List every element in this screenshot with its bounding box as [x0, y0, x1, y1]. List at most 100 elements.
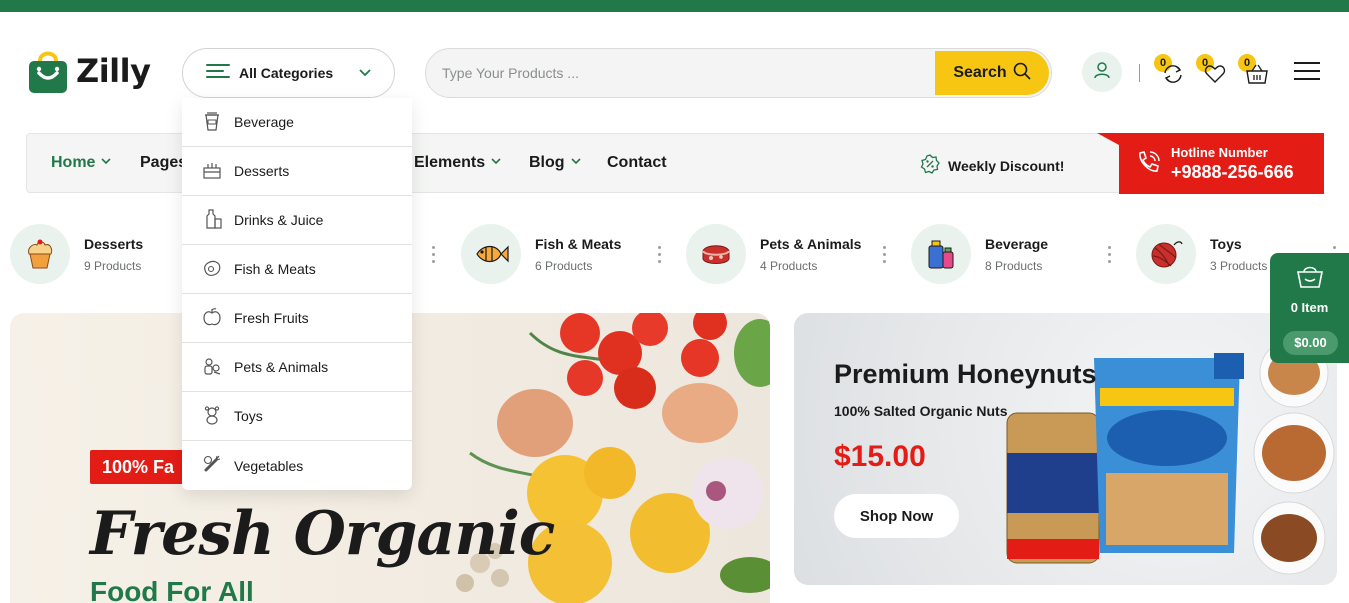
- dropdown-item-fish-meats[interactable]: Fish & Meats: [182, 245, 412, 294]
- dropdown-item-desserts[interactable]: Desserts: [182, 147, 412, 196]
- search-button[interactable]: Search: [935, 51, 1049, 95]
- nav-item-pages[interactable]: Pages: [140, 154, 187, 172]
- cupcake-icon: [10, 224, 70, 284]
- nav-item-blog[interactable]: Blog: [529, 154, 582, 172]
- all-categories-button[interactable]: All Categories: [182, 48, 395, 98]
- hero-headline: Fresh Organic: [90, 499, 555, 569]
- yarn-ball-icon: [1136, 224, 1196, 284]
- discount-badge-icon: [920, 154, 940, 177]
- cart-total: $0.00: [1283, 331, 1338, 355]
- steak-icon: [202, 258, 222, 281]
- search-input[interactable]: [442, 49, 932, 97]
- divider: [1139, 64, 1140, 82]
- category-count: 8 Products: [985, 259, 1043, 273]
- divider-dots: [1108, 246, 1112, 264]
- chevron-down-icon: [100, 154, 112, 172]
- hero-badge: 100% Fa: [90, 450, 187, 484]
- category-card-desserts[interactable]: Desserts 9 Products: [10, 224, 210, 284]
- nav-item-home[interactable]: Home: [51, 154, 112, 172]
- user-icon: [1093, 61, 1111, 84]
- nav-item-label: Elements: [414, 154, 486, 171]
- promo-subtitle: 100% Salted Organic Nuts: [834, 403, 1008, 419]
- dropdown-item-label: Fish & Meats: [234, 261, 316, 277]
- dropdown-item-beverage[interactable]: Beverage: [182, 98, 412, 147]
- dropdown-item-vegetables[interactable]: Vegetables: [182, 441, 412, 490]
- phone-icon: [1135, 150, 1161, 181]
- dropdown-item-label: Toys: [234, 408, 263, 424]
- vegetables-icon: [202, 454, 222, 477]
- dropdown-item-pets-animals[interactable]: Pets & Animals: [182, 343, 412, 392]
- wishlist-button[interactable]: 0: [1196, 54, 1228, 86]
- hotline-label: Hotline Number: [1171, 145, 1268, 160]
- menu-lines-icon: [206, 63, 230, 84]
- dropdown-item-label: Pets & Animals: [234, 359, 329, 375]
- categories-dropdown: Beverage Desserts Drinks & Juice Fish & …: [182, 98, 412, 490]
- category-name: Toys: [1210, 236, 1242, 252]
- dropdown-item-label: Fresh Fruits: [234, 310, 309, 326]
- logo[interactable]: Zilly: [26, 47, 151, 95]
- top-bar: [0, 0, 1349, 12]
- cup-icon: [202, 111, 222, 134]
- category-count: 6 Products: [535, 259, 593, 273]
- account-button[interactable]: [1082, 52, 1122, 92]
- cake-icon: [202, 160, 222, 183]
- category-name: Desserts: [84, 236, 144, 252]
- shopping-basket-icon: [1296, 263, 1324, 294]
- weekly-discount-link[interactable]: Weekly Discount!: [920, 154, 1064, 177]
- compare-button[interactable]: 0: [1154, 54, 1186, 86]
- weekly-discount-label: Weekly Discount!: [948, 157, 1065, 174]
- nav-item-label: Pages: [140, 154, 188, 171]
- teddy-bear-icon: [202, 405, 222, 428]
- meat-icon: [686, 224, 746, 284]
- category-card-fish-meats[interactable]: Fish & Meats 6 Products: [461, 224, 661, 284]
- divider-dots: [658, 246, 662, 264]
- chevron-down-icon: [570, 154, 582, 172]
- cart-item-count: 0 Item: [1290, 300, 1329, 315]
- category-count: 3 Products: [1210, 259, 1268, 273]
- promo-title: Premium Honeynuts: [834, 359, 1097, 389]
- floating-cart-widget[interactable]: 0 Item $0.00: [1270, 253, 1349, 363]
- nav-item-contact[interactable]: Contact: [607, 154, 667, 172]
- search-icon: [1013, 62, 1031, 85]
- shop-now-button[interactable]: Shop Now: [834, 494, 959, 538]
- dropdown-item-label: Desserts: [234, 163, 290, 179]
- hotline-number: +9888-256-666: [1171, 162, 1294, 182]
- hero-subheadline: Food For All: [90, 576, 254, 603]
- promo-banner: Premium Honeynuts 100% Salted Organic Nu…: [794, 313, 1337, 585]
- search-bar: Search: [425, 48, 1052, 98]
- all-categories-label: All Categories: [239, 65, 334, 81]
- search-button-label: Search: [953, 64, 1007, 81]
- hotline-box[interactable]: Hotline Number +9888-256-666: [1097, 133, 1324, 194]
- hamburger-menu-button[interactable]: [1293, 61, 1321, 86]
- shopping-bag-logo-icon: [26, 47, 70, 95]
- dropdown-item-label: Drinks & Juice: [234, 212, 324, 228]
- category-card-beverage[interactable]: Beverage 8 Products: [911, 224, 1111, 284]
- bottle-icon: [202, 208, 222, 232]
- divider-dots: [432, 246, 436, 264]
- header-actions: 0 0 0: [1082, 52, 1332, 94]
- category-name: Beverage: [985, 236, 1049, 252]
- nav-item-elements[interactable]: Elements: [414, 154, 502, 172]
- category-count: 4 Products: [760, 259, 818, 273]
- pets-icon: [202, 356, 222, 379]
- beverage-icon: [911, 224, 971, 284]
- hamburger-icon: [1293, 62, 1321, 85]
- nav-item-label: Home: [51, 154, 96, 171]
- category-count: 9 Products: [84, 259, 142, 273]
- dropdown-item-label: Vegetables: [234, 457, 304, 474]
- category-name: Fish & Meats: [535, 236, 622, 252]
- nav-item-label: Blog: [529, 154, 565, 171]
- dropdown-item-fresh-fruits[interactable]: Fresh Fruits: [182, 294, 412, 343]
- nav-item-label: Contact: [607, 154, 667, 171]
- dropdown-item-drinks-juice[interactable]: Drinks & Juice: [182, 196, 412, 245]
- fish-icon: [461, 224, 521, 284]
- category-name: Pets & Animals: [760, 236, 862, 252]
- brand-name: Zilly: [76, 52, 151, 90]
- category-card-pets-animals[interactable]: Pets & Animals 4 Products: [686, 224, 886, 284]
- apple-icon: [202, 307, 222, 330]
- promo-price: $15.00: [834, 440, 926, 473]
- cart-button[interactable]: 0: [1238, 54, 1270, 86]
- chevron-down-icon: [490, 154, 502, 172]
- dropdown-item-toys[interactable]: Toys: [182, 392, 412, 441]
- divider-dots: [883, 246, 887, 264]
